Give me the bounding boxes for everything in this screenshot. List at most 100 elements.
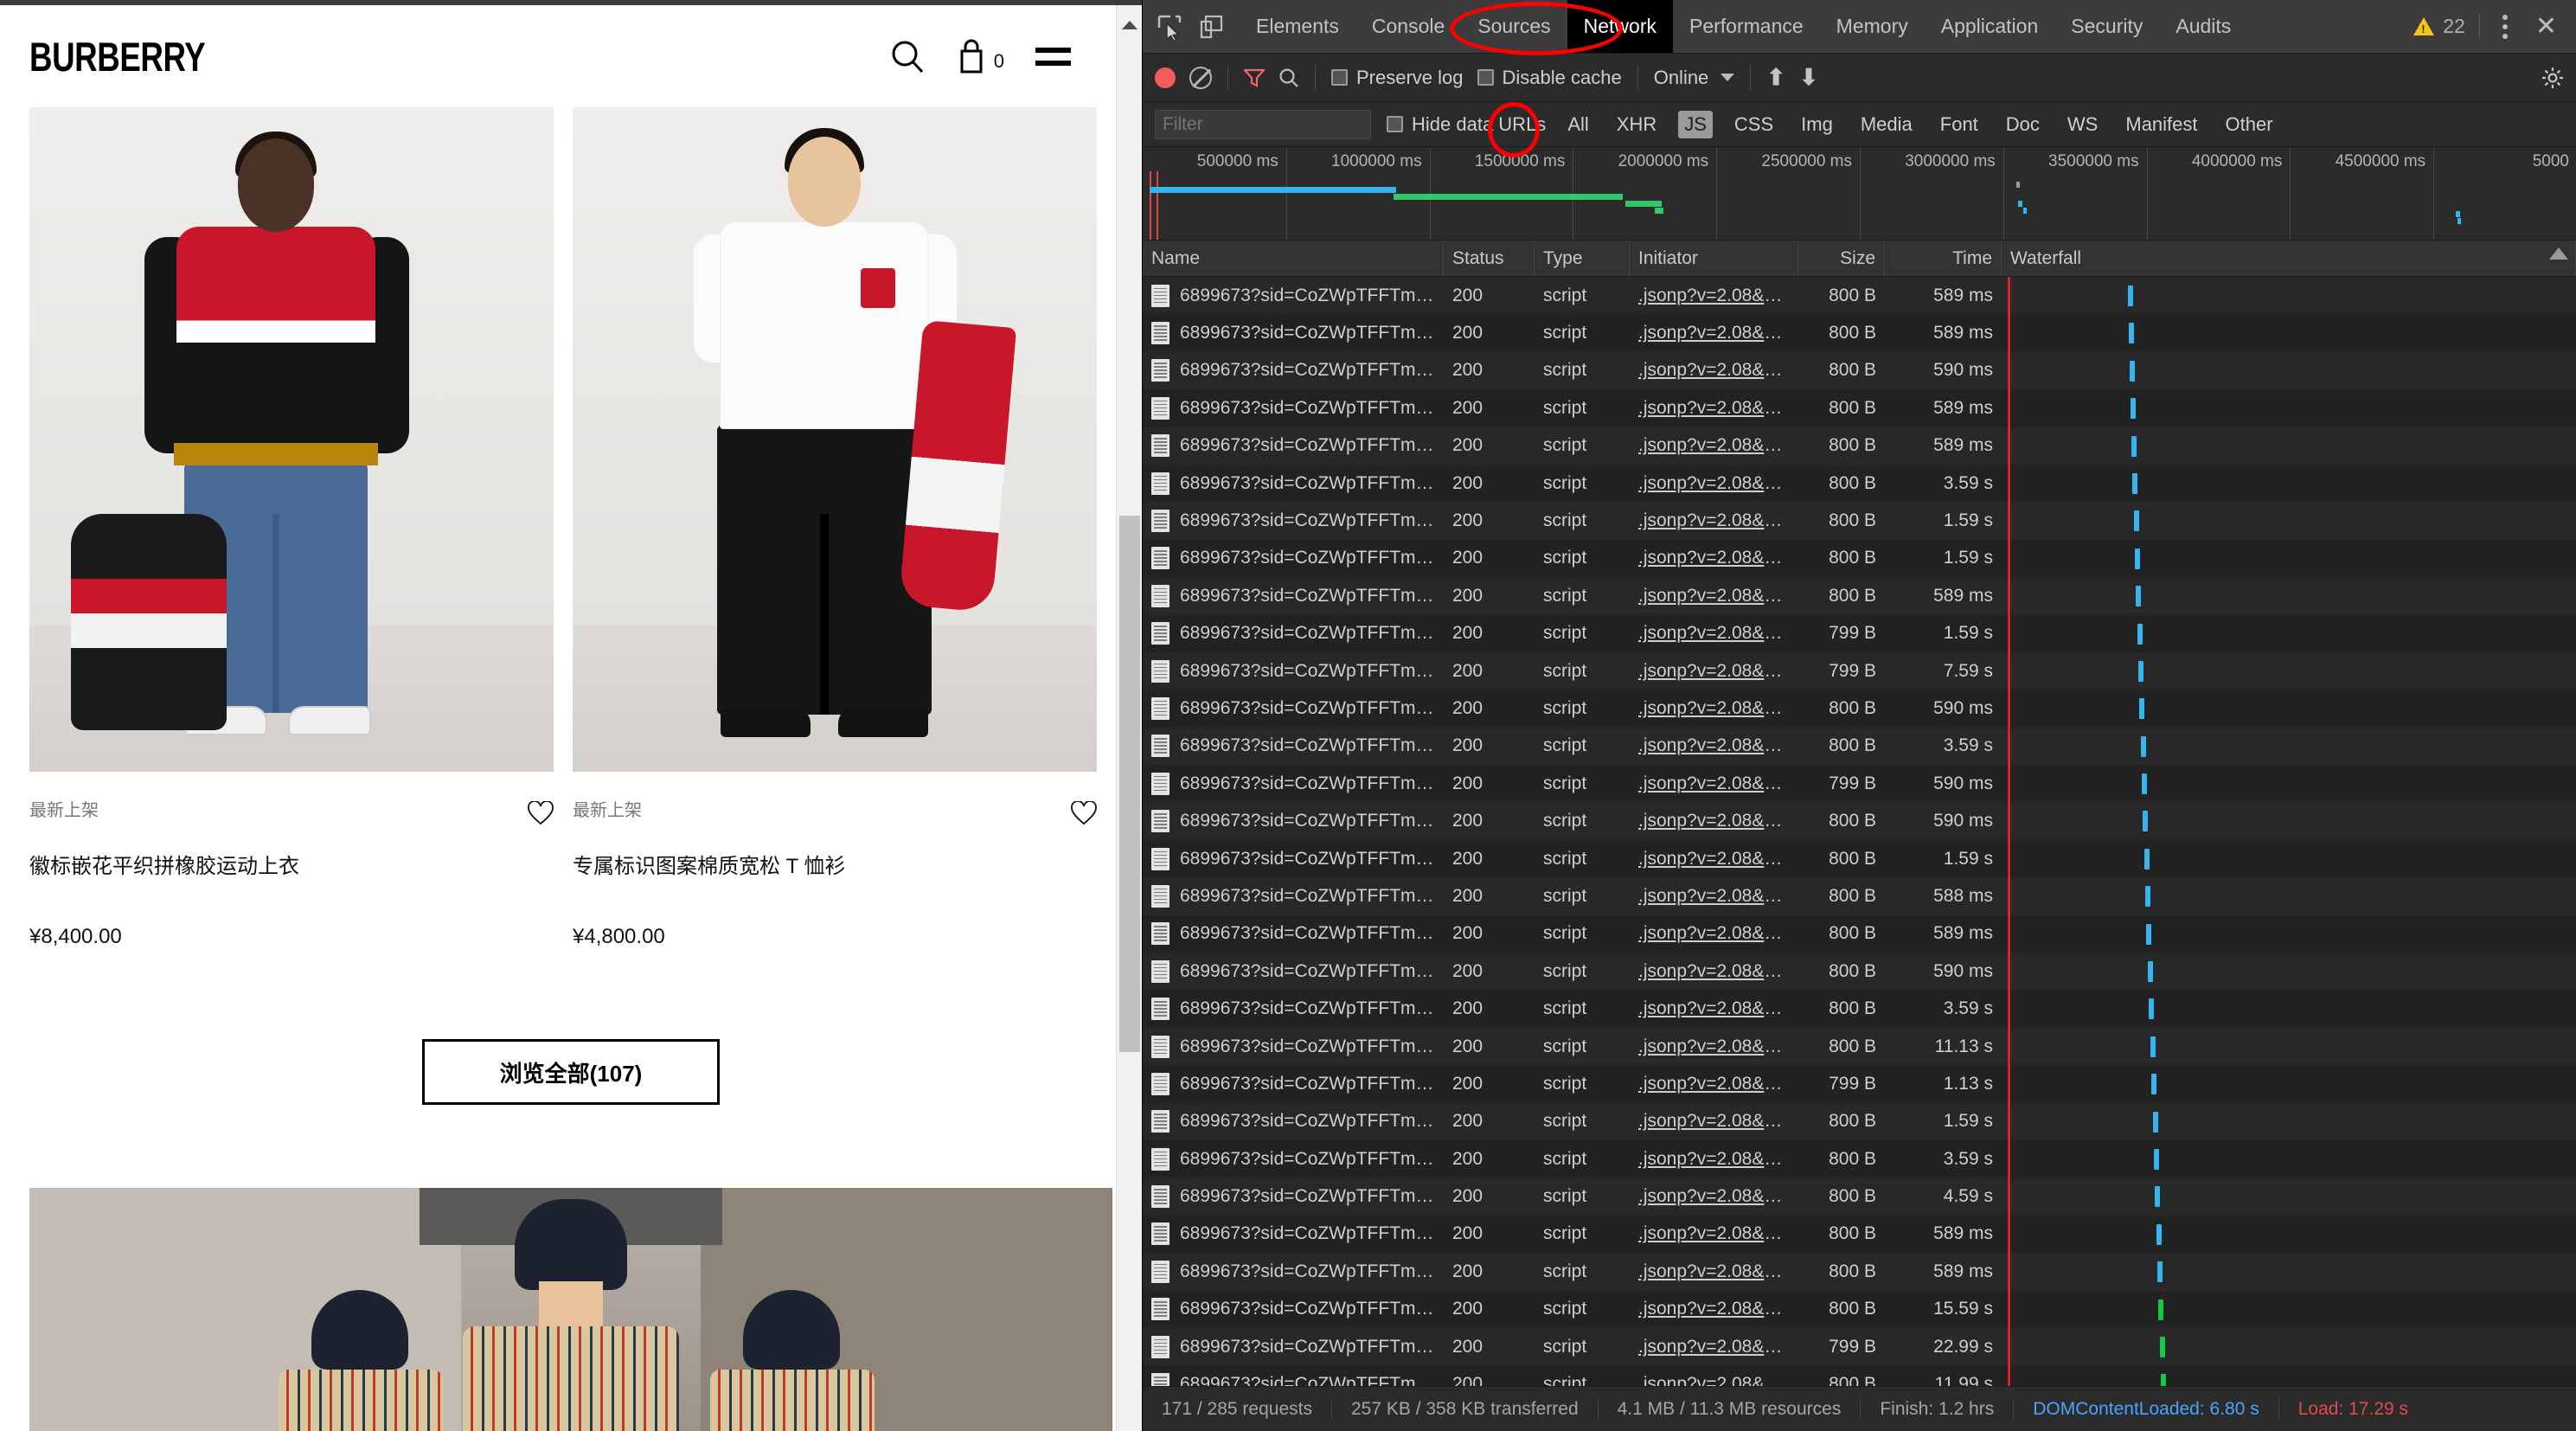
throttling-select[interactable]: Online (1654, 67, 1735, 89)
cell-waterfall[interactable] (2002, 539, 2576, 578)
table-row[interactable]: 6899673?sid=CoZWpTFFTmGuw6o4xl... 200 scri… (1143, 427, 2576, 465)
table-row[interactable]: 6899673?sid=CoZWpTFFTmGuw6o4xl... 200 scri… (1143, 614, 2576, 652)
table-row[interactable]: 6899673?sid=CoZWpTFFTmGuw6o4xl... 200 scri… (1143, 1102, 2576, 1140)
search-icon[interactable] (889, 38, 926, 74)
cell-waterfall[interactable] (2002, 953, 2576, 991)
filter-type-xhr[interactable]: XHR (1611, 111, 1663, 138)
cell-initiator[interactable]: .jsonp?v=2.08&df=... (1630, 1291, 1798, 1328)
cell-waterfall[interactable] (2002, 1327, 2576, 1366)
hide-data-urls-checkbox[interactable] (1387, 116, 1403, 132)
cell-initiator[interactable]: .jsonp?v=2.08&df=... (1630, 953, 1798, 990)
cell-name[interactable]: 6899673?sid=CoZWpTFFTmGuw6o4xl... (1143, 1291, 1444, 1328)
cell-name[interactable]: 6899673?sid=CoZWpTFFTmGuw6o4xl... (1143, 652, 1444, 690)
cell-initiator[interactable]: .jsonp?v=2.08&df=... (1630, 465, 1798, 502)
cell-name[interactable]: 6899673?sid=CoZWpTFFTmGuw6o4xl... (1143, 690, 1444, 727)
column-header-status[interactable]: Status (1444, 241, 1535, 276)
cell-waterfall[interactable] (2002, 427, 2576, 465)
table-row[interactable]: 6899673?sid=CoZWpTFFTmGuw6o4xl... 200 scri… (1143, 351, 2576, 390)
cell-initiator[interactable]: .jsonp?v=2.08&df=... (1630, 352, 1798, 389)
cell-waterfall[interactable] (2002, 464, 2576, 503)
cell-initiator[interactable]: .jsonp?v=2.08&df=... (1630, 990, 1798, 1027)
table-row[interactable]: 6899673?sid=CoZWpTFFTmGuw6o4xl... 200 scri… (1143, 1290, 2576, 1328)
filter-type-ws[interactable]: WS (2061, 111, 2104, 138)
cell-name[interactable]: 6899673?sid=CoZWpTFFTmGuw6o4xl... (1143, 1365, 1444, 1386)
table-row[interactable]: 6899673?sid=CoZWpTFFTmGuw6o4xl... 200 scri… (1143, 651, 2576, 690)
table-row[interactable]: 6899673?sid=CoZWpTFFTmGuw6o4xl... 200 scri… (1143, 389, 2576, 427)
product-image-2[interactable] (573, 107, 1097, 772)
cell-name[interactable]: 6899673?sid=CoZWpTFFTmGuw6o4xl... (1143, 1178, 1444, 1215)
cell-initiator[interactable]: .jsonp?v=2.08&df=... (1630, 1328, 1798, 1365)
column-header-size[interactable]: Size (1798, 241, 1885, 276)
cell-name[interactable]: 6899673?sid=CoZWpTFFTmGuw6o4xl... (1143, 465, 1444, 502)
column-header-name[interactable]: Name (1143, 241, 1444, 276)
cell-name[interactable]: 6899673?sid=CoZWpTFFTmGuw6o4xl... (1143, 877, 1444, 914)
cell-initiator[interactable]: .jsonp?v=2.08&df=... (1630, 652, 1798, 690)
tab-performance[interactable]: Performance (1673, 0, 1820, 53)
cell-name[interactable]: 6899673?sid=CoZWpTFFTmGuw6o4xl... (1143, 314, 1444, 351)
table-row[interactable]: 6899673?sid=CoZWpTFFTmGuw6o4xl... 200 scri… (1143, 914, 2576, 953)
filter-type-doc[interactable]: Doc (2000, 111, 2046, 138)
cell-initiator[interactable]: .jsonp?v=2.08&df=... (1630, 802, 1798, 839)
warning-badge[interactable]: 22 (2413, 15, 2465, 38)
cell-waterfall[interactable] (2002, 877, 2576, 915)
filter-type-font[interactable]: Font (1934, 111, 1984, 138)
cell-name[interactable]: 6899673?sid=CoZWpTFFTmGuw6o4xl... (1143, 1216, 1444, 1253)
filter-type-js[interactable]: JS (1678, 110, 1713, 138)
table-row[interactable]: 6899673?sid=CoZWpTFFTmGuw6o4xl... 200 scri… (1143, 1065, 2576, 1103)
cell-waterfall[interactable] (2002, 1065, 2576, 1103)
table-row[interactable]: 6899673?sid=CoZWpTFFTmGuw6o4xl... 200 scri… (1143, 464, 2576, 503)
cell-name[interactable]: 6899673?sid=CoZWpTFFTmGuw6o4xl... (1143, 1140, 1444, 1178)
cell-name[interactable]: 6899673?sid=CoZWpTFFTmGuw6o4xl... (1143, 1103, 1444, 1140)
cell-initiator[interactable]: .jsonp?v=2.08&df=... (1630, 728, 1798, 765)
table-row[interactable]: 6899673?sid=CoZWpTFFTmGuw6o4xl... 200 scri… (1143, 577, 2576, 615)
table-row[interactable]: 6899673?sid=CoZWpTFFTmGuw6o4xl... 200 scri… (1143, 1253, 2576, 1291)
tab-console[interactable]: Console (1355, 0, 1461, 53)
column-header-initiator[interactable]: Initiator (1630, 241, 1798, 276)
disable-cache-toggle[interactable]: Disable cache (1477, 67, 1622, 89)
scroll-up-arrow-icon[interactable] (1121, 21, 1137, 29)
cell-waterfall[interactable] (2002, 839, 2576, 878)
cell-waterfall[interactable] (2002, 914, 2576, 953)
cell-name[interactable]: 6899673?sid=CoZWpTFFTmGuw6o4xl... (1143, 540, 1444, 577)
table-row[interactable]: 6899673?sid=CoZWpTFFTmGuw6o4xl... 200 scri… (1143, 1178, 2576, 1216)
table-row[interactable]: 6899673?sid=CoZWpTFFTmGuw6o4xl... 200 scri… (1143, 990, 2576, 1028)
table-row[interactable]: 6899673?sid=CoZWpTFFTmGuw6o4xl... 200 scri… (1143, 765, 2576, 803)
filter-type-img[interactable]: Img (1795, 111, 1839, 138)
tab-elements[interactable]: Elements (1240, 0, 1355, 53)
cell-initiator[interactable]: .jsonp?v=2.08&df=... (1630, 1178, 1798, 1215)
cell-waterfall[interactable] (2002, 277, 2576, 315)
scrollbar-thumb[interactable] (1119, 516, 1140, 1052)
cell-name[interactable]: 6899673?sid=CoZWpTFFTmGuw6o4xl... (1143, 990, 1444, 1027)
cell-name[interactable]: 6899673?sid=CoZWpTFFTmGuw6o4xl... (1143, 502, 1444, 539)
cell-name[interactable]: 6899673?sid=CoZWpTFFTmGuw6o4xl... (1143, 802, 1444, 839)
table-row[interactable]: 6899673?sid=CoZWpTFFTmGuw6o4xl... 200 scri… (1143, 953, 2576, 991)
table-row[interactable]: 6899673?sid=CoZWpTFFTmGuw6o4xl... 200 scri… (1143, 727, 2576, 766)
page-scrollbar[interactable] (1116, 5, 1142, 1431)
cell-name[interactable]: 6899673?sid=CoZWpTFFTmGuw6o4xl... (1143, 728, 1444, 765)
cell-waterfall[interactable] (2002, 1290, 2576, 1328)
table-row[interactable]: 6899673?sid=CoZWpTFFTmGuw6o4xl... 200 scri… (1143, 1027, 2576, 1066)
cell-initiator[interactable]: .jsonp?v=2.08&df=... (1630, 314, 1798, 351)
product-image-1[interactable] (29, 107, 554, 772)
disable-cache-checkbox[interactable] (1477, 69, 1494, 86)
cell-waterfall[interactable] (2002, 651, 2576, 690)
table-row[interactable]: 6899673?sid=CoZWpTFFTmGuw6o4xl... 200 scri… (1143, 1365, 2576, 1386)
device-toolbar-icon[interactable] (1196, 12, 1226, 42)
table-row[interactable]: 6899673?sid=CoZWpTFFTmGuw6o4xl... 200 scri… (1143, 1139, 2576, 1178)
table-row[interactable]: 6899673?sid=CoZWpTFFTmGuw6o4xl... 200 scri… (1143, 1327, 2576, 1366)
cell-waterfall[interactable] (2002, 389, 2576, 427)
cell-waterfall[interactable] (2002, 1027, 2576, 1066)
cell-initiator[interactable]: .jsonp?v=2.08&df=... (1630, 1253, 1798, 1290)
cell-waterfall[interactable] (2002, 1139, 2576, 1178)
tab-audits[interactable]: Audits (2159, 0, 2247, 53)
tab-memory[interactable]: Memory (1820, 0, 1925, 53)
hide-data-urls-toggle[interactable]: Hide data URLs (1387, 113, 1546, 136)
cell-name[interactable]: 6899673?sid=CoZWpTFFTmGuw6o4xl... (1143, 389, 1444, 427)
tab-sources[interactable]: Sources (1461, 0, 1567, 53)
cell-initiator[interactable]: .jsonp?v=2.08&df=... (1630, 1065, 1798, 1102)
search-requests-icon[interactable] (1278, 67, 1299, 88)
cell-initiator[interactable]: .jsonp?v=2.08&df=... (1630, 1216, 1798, 1253)
table-row[interactable]: 6899673?sid=CoZWpTFFTmGuw6o4xl... 200 scri… (1143, 802, 2576, 840)
more-options-icon[interactable] (2494, 11, 2516, 42)
heart-icon[interactable] (528, 800, 554, 827)
